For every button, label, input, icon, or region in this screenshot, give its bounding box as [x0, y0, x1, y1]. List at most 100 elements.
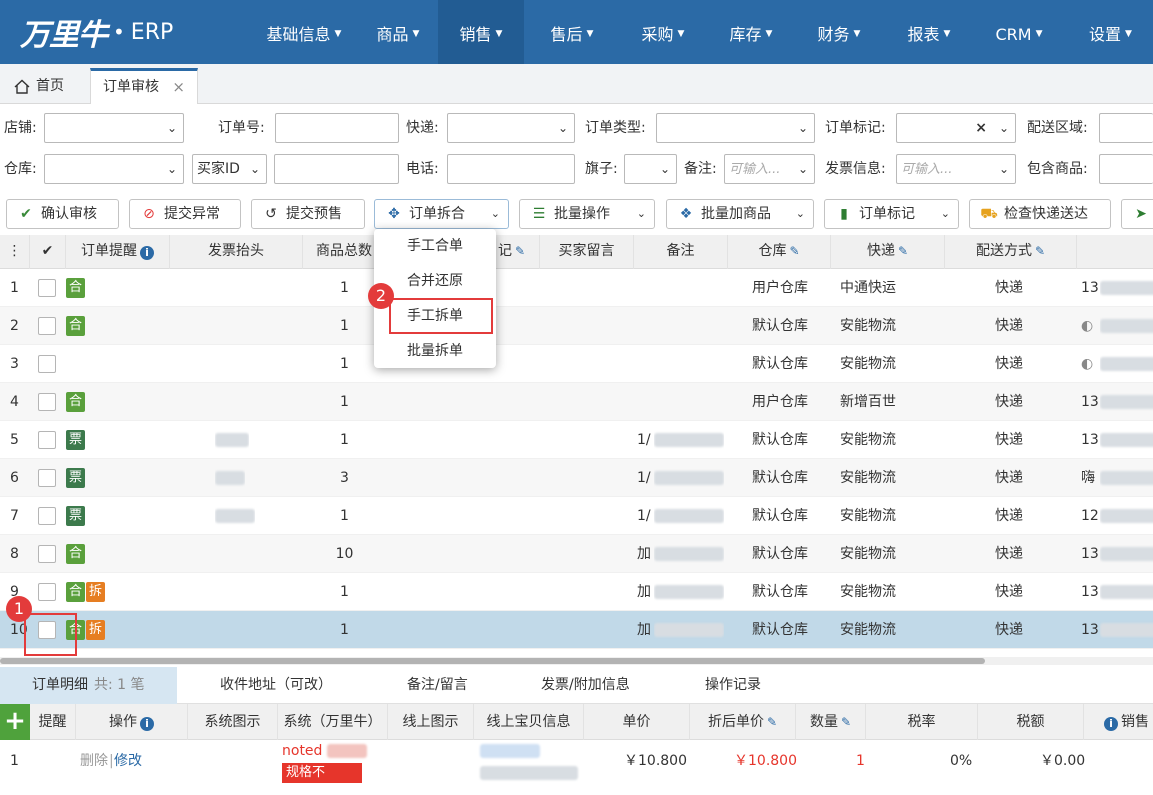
table-row[interactable]: 10 合拆 1 加默认仓库 安能物流 快递 13: [0, 611, 1153, 649]
express-select[interactable]: ⌄: [447, 113, 575, 143]
table-row[interactable]: 5 票 1 1/默认仓库 安能物流 快递 13: [0, 421, 1153, 459]
col-extra[interactable]: [1077, 235, 1153, 269]
check-express-button[interactable]: ⛟ 检查快递送达: [969, 199, 1111, 229]
menu-batch-split[interactable]: 批量拆单: [374, 334, 496, 368]
row-checkbox[interactable]: [38, 431, 56, 449]
row-number: 7: [10, 508, 19, 524]
batch-add-goods-button[interactable]: ❖ 批量加商品 ⌄: [666, 199, 814, 229]
order-no-input[interactable]: [275, 113, 399, 143]
quantity[interactable]: 1: [856, 740, 865, 782]
col-buyer-message[interactable]: 买家留言: [540, 235, 634, 269]
home-icon: [14, 79, 30, 94]
chevron-down-icon: ⌄: [998, 162, 1009, 176]
menu-manual-merge[interactable]: 手工合单: [374, 229, 496, 263]
submit-exception-button[interactable]: ⊘ 提交异常: [129, 199, 241, 229]
delete-link[interactable]: 删除: [80, 740, 108, 782]
flag-select[interactable]: ⌄: [624, 154, 677, 184]
nav-settings[interactable]: 设置 ▼: [1068, 0, 1153, 64]
tab-address[interactable]: 收件地址（可改）: [220, 667, 332, 704]
nav-goods[interactable]: 商品 ▼: [358, 0, 438, 64]
table-row[interactable]: 6 票 3 1/默认仓库 安能物流 快递 嗨: [0, 459, 1153, 497]
edit-link[interactable]: 修改: [114, 740, 142, 782]
nav-aftersale[interactable]: 售后 ▼: [530, 0, 614, 64]
row-checkbox[interactable]: [38, 279, 56, 297]
nav-sales[interactable]: 销售 ▼: [438, 0, 524, 64]
invoice-select[interactable]: 可输入... ⌄: [896, 154, 1016, 184]
row-remark: 加: [637, 622, 651, 638]
spec-mismatch-tag: 规格不: [282, 763, 362, 783]
invoice-label: 发票信息:: [825, 161, 886, 177]
col-order-remind[interactable]: 订单提醒 i: [66, 235, 170, 269]
region-select[interactable]: [1099, 113, 1153, 143]
submit-presale-button[interactable]: ↺ 提交预售: [251, 199, 365, 229]
tab-home[interactable]: 首页: [0, 68, 88, 104]
split-merge-button[interactable]: ✥ 订单拆合 ⌄: [374, 199, 509, 229]
nav-finance[interactable]: 财务 ▼: [796, 0, 882, 64]
chevron-down-icon: ⌄: [249, 162, 260, 176]
warehouse-select[interactable]: ⌄: [44, 154, 184, 184]
nav-purchase[interactable]: 采购 ▼: [620, 0, 706, 64]
caret-icon: ▼: [853, 29, 861, 39]
shop-select[interactable]: ⌄: [44, 113, 184, 143]
discount-price[interactable]: ￥10.800: [734, 740, 797, 782]
bookmark-icon: ▮: [840, 206, 848, 222]
col-invoice-title[interactable]: 发票抬头: [170, 235, 303, 269]
scrollbar-thumb[interactable]: [0, 658, 985, 664]
invoice-title: [215, 497, 255, 535]
tab-order-review[interactable]: 订单审核 ×: [90, 68, 198, 104]
nav-crm[interactable]: CRM ▼: [976, 0, 1062, 64]
nav-basic-info[interactable]: 基础信息 ▼: [250, 0, 358, 64]
col-express[interactable]: 快递 ✎: [831, 235, 945, 269]
clear-icon[interactable]: ×: [975, 114, 987, 142]
app-logo[interactable]: 万里牛 • ERP: [20, 12, 173, 53]
nav-reports[interactable]: 报表 ▼: [886, 0, 972, 64]
buyer-id-input[interactable]: [274, 154, 399, 184]
close-icon[interactable]: ×: [172, 71, 185, 103]
order-mark-button[interactable]: ▮ 订单标记 ⌄: [824, 199, 959, 229]
column-menu-icon[interactable]: ⋮: [0, 235, 30, 269]
row-checkbox[interactable]: [38, 545, 56, 563]
table-row[interactable]: 1 合 1 用户仓库 中通快运 快递 13: [0, 269, 1153, 307]
contains-goods-input[interactable]: [1099, 154, 1153, 184]
caret-icon: ▼: [765, 29, 773, 39]
tab-order-detail[interactable]: 订单明细 共: 1 笔: [0, 667, 177, 704]
add-icon[interactable]: +: [0, 704, 30, 740]
row-extra: 嗨: [1081, 470, 1095, 486]
send-button[interactable]: ➤: [1121, 199, 1153, 229]
row-checkbox[interactable]: [38, 393, 56, 411]
row-number: 6: [10, 470, 19, 486]
row-checkbox[interactable]: [38, 583, 56, 601]
table-row[interactable]: 8 合 10 加 默认仓库 安能物流 快递 13: [0, 535, 1153, 573]
batch-ops-button[interactable]: ☰ 批量操作 ⌄: [519, 199, 655, 229]
row-warehouse: 默认仓库: [752, 470, 808, 486]
grid-horizontal-scrollbar[interactable]: [0, 657, 1153, 665]
row-extra: 13: [1081, 546, 1099, 562]
order-mark-select[interactable]: × ⌄: [896, 113, 1016, 143]
phone-input[interactable]: [447, 154, 575, 184]
row-checkbox[interactable]: [38, 355, 56, 373]
col-remark[interactable]: 备注: [634, 235, 728, 269]
col-ship-method[interactable]: 配送方式 ✎: [945, 235, 1077, 269]
col-warehouse[interactable]: 仓库 ✎: [728, 235, 831, 269]
table-row[interactable]: 9 合拆 1 加默认仓库 安能物流 快递 13: [0, 573, 1153, 611]
row-checkbox[interactable]: [38, 317, 56, 335]
table-row[interactable]: 2 合 1 默认仓库 安能物流 快递 ◐: [0, 307, 1153, 345]
select-all-checkbox[interactable]: ✔: [30, 235, 66, 269]
row-checkbox[interactable]: [38, 469, 56, 487]
phone-label: 电话:: [406, 161, 439, 177]
row-extra-detail: [1100, 573, 1153, 611]
row-checkbox[interactable]: [38, 507, 56, 525]
goods-total: 10: [335, 546, 354, 562]
table-row[interactable]: 3 1 默认仓库 安能物流 快递 ◐: [0, 345, 1153, 383]
buyer-id-select[interactable]: 买家ID ⌄: [192, 154, 267, 184]
confirm-review-button[interactable]: ✔ 确认审核: [6, 199, 119, 229]
nav-inventory[interactable]: 库存 ▼: [708, 0, 794, 64]
tab-invoice[interactable]: 发票/附加信息: [541, 667, 630, 704]
remark-select[interactable]: 可输入... ⌄: [724, 154, 815, 184]
table-row[interactable]: 7 票 1 1/默认仓库 安能物流 快递 12: [0, 497, 1153, 535]
tab-log[interactable]: 操作记录: [705, 667, 761, 704]
tab-notes[interactable]: 备注/留言: [407, 667, 468, 704]
dcol-tax-rate: 税率: [866, 704, 978, 740]
order-type-select[interactable]: ⌄: [656, 113, 815, 143]
table-row[interactable]: 4 合 1 用户仓库 新增百世 快递 13: [0, 383, 1153, 421]
